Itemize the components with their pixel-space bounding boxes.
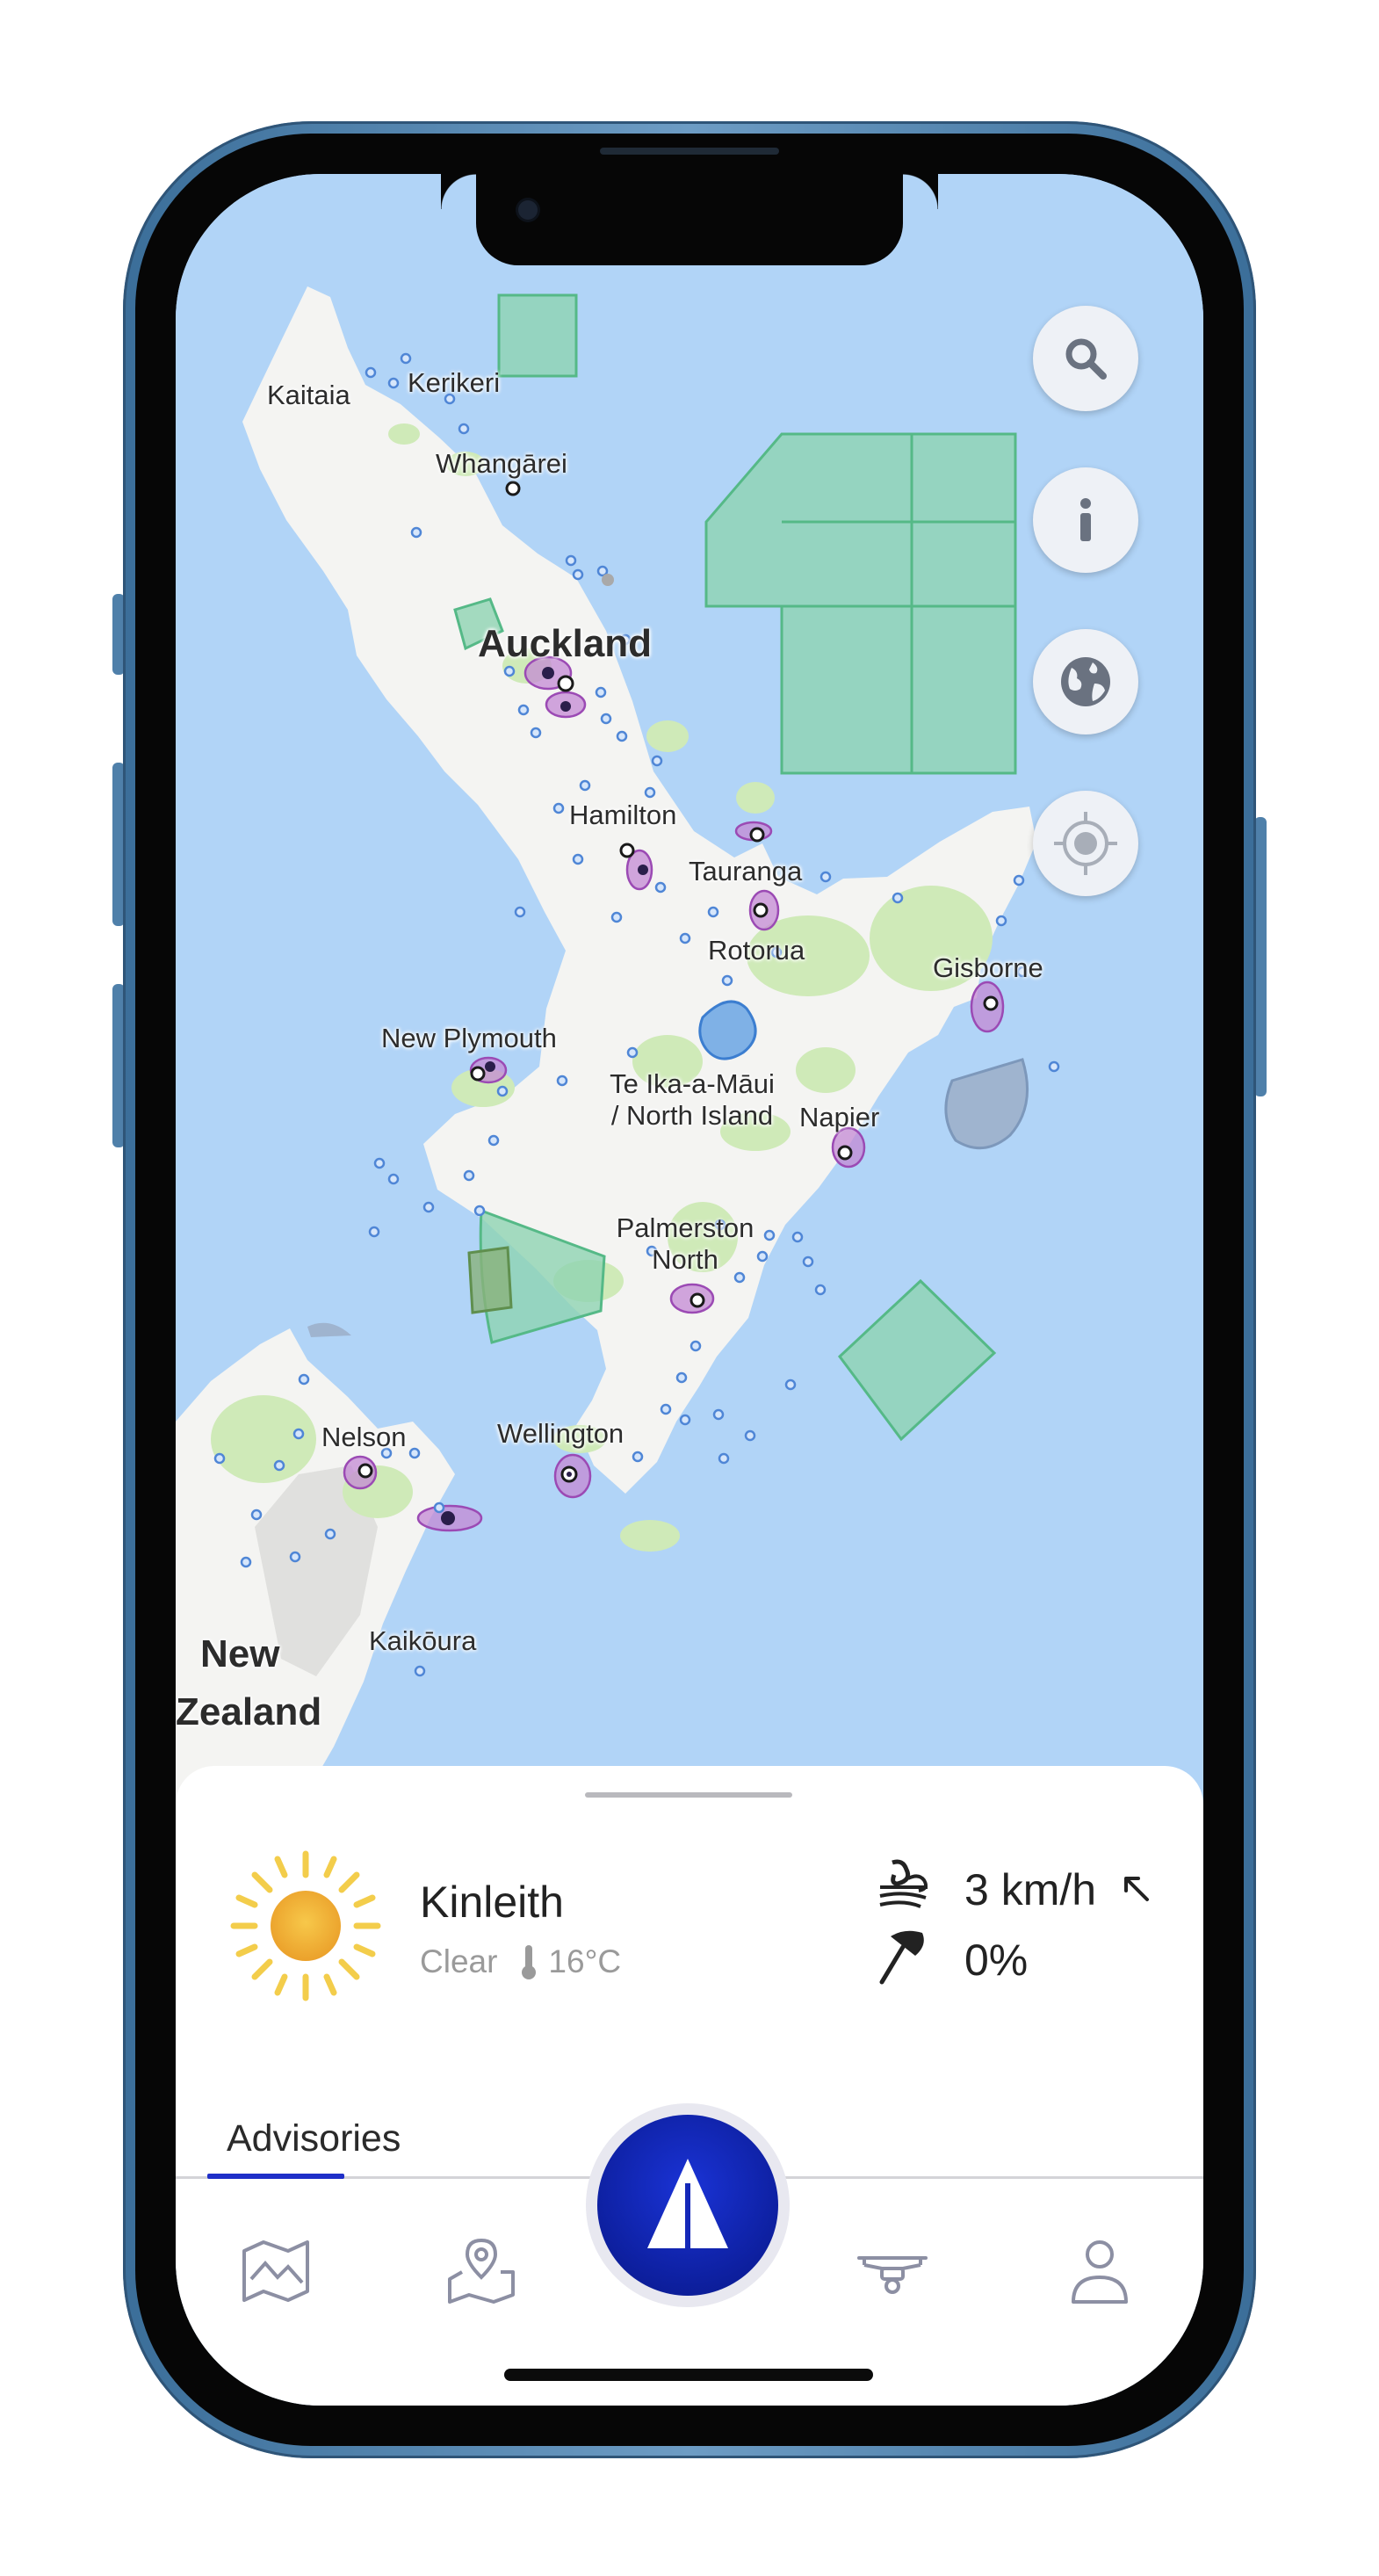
home-indicator[interactable] <box>504 2369 873 2381</box>
globe-button[interactable] <box>1033 629 1138 734</box>
bottom-sheet[interactable]: Kinleith Clear 16°C 3 km/h 0% Advisories <box>176 1766 1203 2406</box>
fly-icon <box>647 2159 728 2248</box>
map-label-kaitaia: Kaitaia <box>267 380 350 410</box>
info-icon <box>1080 498 1091 541</box>
map-label-hamilton: Hamilton <box>569 800 677 830</box>
weather-summary: Clear 16°C <box>420 1943 621 1980</box>
locate-icon <box>1054 812 1117 875</box>
thermometer-icon <box>522 1945 537 1979</box>
wind-direction-icon <box>1123 1877 1149 1901</box>
front-camera <box>518 200 538 220</box>
search-button[interactable] <box>1033 306 1138 411</box>
speaker-grille <box>600 148 779 155</box>
map-pin-icon[interactable] <box>444 2233 518 2307</box>
drone-icon[interactable] <box>856 2233 929 2307</box>
map-label-gisborne: Gisborne <box>933 952 1043 983</box>
map-label-palmerston-north: Palmerston North <box>588 1212 782 1275</box>
globe-icon <box>1061 657 1110 706</box>
map-label-napier: Napier <box>799 1102 880 1132</box>
map-label-new-zealand-line1: New <box>200 1632 280 1675</box>
map-label-palmerston-line2: North <box>652 1243 718 1275</box>
weather-temperature: 16°C <box>548 1943 622 1979</box>
map-label-kaikoura: Kaikōura <box>369 1625 477 1656</box>
map-label-nelson: Nelson <box>321 1422 407 1452</box>
sheet-grabber[interactable] <box>585 1792 792 1798</box>
locate-button[interactable] <box>1033 791 1138 896</box>
map-label-new-zealand: New Zealand <box>176 1625 321 1741</box>
fly-button[interactable] <box>586 2103 790 2307</box>
map-book-icon[interactable] <box>239 2233 313 2307</box>
tab-active-indicator <box>207 2174 344 2179</box>
profile-icon[interactable] <box>1063 2233 1137 2307</box>
search-icon <box>1065 338 1107 380</box>
tab-advisories[interactable]: Advisories <box>227 2117 401 2160</box>
map-label-wellington: Wellington <box>497 1418 625 1449</box>
rain-chance: 0% <box>964 1936 1029 1985</box>
fly-button-inner <box>597 2115 778 2296</box>
umbrella-icon <box>879 1930 924 1985</box>
map-label-tauranga: Tauranga <box>689 856 803 886</box>
sun-icon <box>230 1850 381 2001</box>
map-label-rotorua: Rotorua <box>708 935 805 966</box>
weather-condition: Clear <box>420 1943 498 1979</box>
map-label-new-zealand-line2: Zealand <box>176 1690 322 1733</box>
phone-screen: Kaitaia Kerikeri Whangārei Auckland Hami… <box>176 174 1203 2406</box>
map-label-palmerston-line1: Palmerston <box>616 1212 754 1243</box>
map-label-north-island-line1: Te Ika-a-Māui <box>610 1068 775 1099</box>
map-label-north-island-line2: / North Island <box>610 1099 774 1131</box>
location-name: Kinleith <box>420 1878 564 1927</box>
info-button[interactable] <box>1033 467 1138 573</box>
map-label-whangarei: Whangārei <box>436 448 567 479</box>
wind-speed: 3 km/h <box>964 1864 1152 1915</box>
wind-icon <box>879 1859 928 1908</box>
wind-speed-value: 3 km/h <box>964 1865 1097 1914</box>
map-label-north-island: Te Ika-a-Māui / North Island <box>587 1068 798 1131</box>
map-label-auckland: Auckland <box>478 622 653 665</box>
map-view[interactable] <box>176 174 1203 1808</box>
power-button <box>1254 817 1267 1096</box>
map-label-new-plymouth: New Plymouth <box>381 1023 557 1053</box>
map-label-kerikeri: Kerikeri <box>408 367 501 398</box>
notch <box>476 174 938 265</box>
